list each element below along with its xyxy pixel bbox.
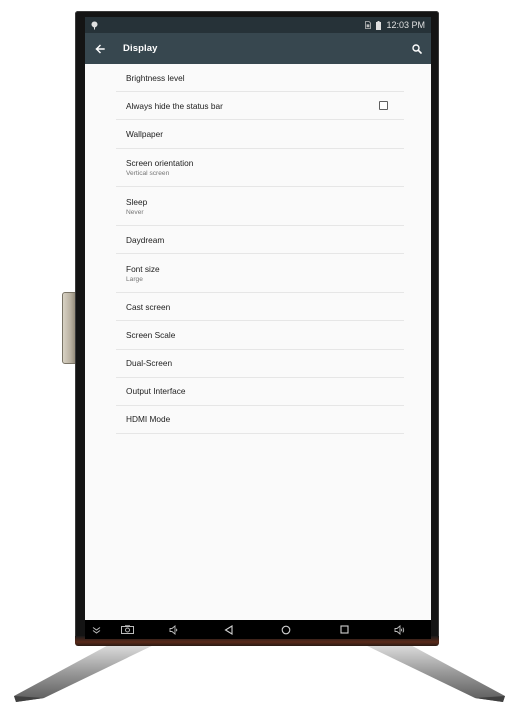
setting-label: Cast screen (126, 301, 171, 312)
notification-icon (91, 21, 98, 30)
volume-down-button[interactable] (164, 620, 182, 639)
page-title: Display (123, 43, 158, 54)
search-icon (412, 43, 422, 54)
setting-font-size[interactable]: Font size Large (116, 254, 404, 294)
setting-label: Daydream (126, 234, 165, 245)
setting-label: HDMI Mode (126, 414, 171, 425)
setting-daydream[interactable]: Daydream (116, 226, 404, 255)
setting-output-interface[interactable]: Output Interface (116, 378, 404, 406)
setting-label: Wallpaper (126, 128, 164, 139)
setting-summary: Large (126, 275, 143, 283)
battery-icon (376, 20, 382, 30)
setting-label: Always hide the status bar (126, 100, 223, 111)
settings-list: Brightness level Always hide the status … (116, 64, 404, 435)
navigation-bar (85, 620, 431, 639)
setting-label: Sleep (126, 196, 148, 207)
setting-label: Output Interface (126, 386, 186, 397)
setting-brightness-level[interactable]: Brightness level (116, 64, 404, 93)
volume-down-icon (169, 624, 177, 635)
hide-bar-icon (92, 626, 100, 634)
screen: 12:03 PM Display Brightness level Always… (85, 17, 431, 639)
home-icon (281, 625, 291, 634)
volume-up-button[interactable] (390, 620, 410, 639)
app-bar: Display (85, 33, 431, 64)
status-time: 12:03 PM (386, 20, 425, 30)
setting-summary: Vertical screen (126, 169, 170, 177)
screenshot-icon (120, 625, 134, 634)
device-stand-left (14, 642, 160, 702)
volume-up-icon (394, 624, 405, 635)
setting-screen-orientation[interactable]: Screen orientation Vertical screen (116, 149, 404, 188)
setting-label: Brightness level (126, 72, 185, 83)
hide-bar-button[interactable] (87, 620, 105, 639)
search-button[interactable] (403, 33, 431, 64)
status-bar: 12:03 PM (85, 17, 431, 33)
setting-label: Screen orientation (126, 157, 194, 168)
back-button[interactable] (85, 33, 115, 64)
back-nav-button[interactable] (219, 620, 237, 639)
setting-always-hide-status-bar[interactable]: Always hide the status bar (116, 92, 404, 121)
setting-label: Dual-Screen (126, 358, 173, 369)
hide-status-bar-checkbox[interactable] (379, 101, 388, 111)
sim-card-icon (365, 21, 372, 29)
setting-wallpaper[interactable]: Wallpaper (116, 120, 404, 149)
arrow-left-icon (95, 44, 105, 53)
setting-summary: Never (126, 208, 144, 216)
back-icon (223, 624, 233, 635)
recents-button[interactable] (335, 620, 353, 639)
screenshot-button[interactable] (117, 620, 137, 639)
setting-hdmi-mode[interactable]: HDMI Mode (116, 406, 404, 435)
setting-cast-screen[interactable]: Cast screen (116, 293, 404, 322)
setting-label: Screen Scale (126, 329, 176, 340)
setting-screen-scale[interactable]: Screen Scale (116, 321, 404, 350)
setting-dual-screen[interactable]: Dual-Screen (116, 350, 404, 378)
setting-sleep[interactable]: Sleep Never (116, 187, 404, 227)
home-button[interactable] (277, 620, 295, 639)
device-stand-right (359, 642, 505, 702)
setting-label: Font size (126, 263, 160, 274)
recents-icon (339, 625, 349, 634)
